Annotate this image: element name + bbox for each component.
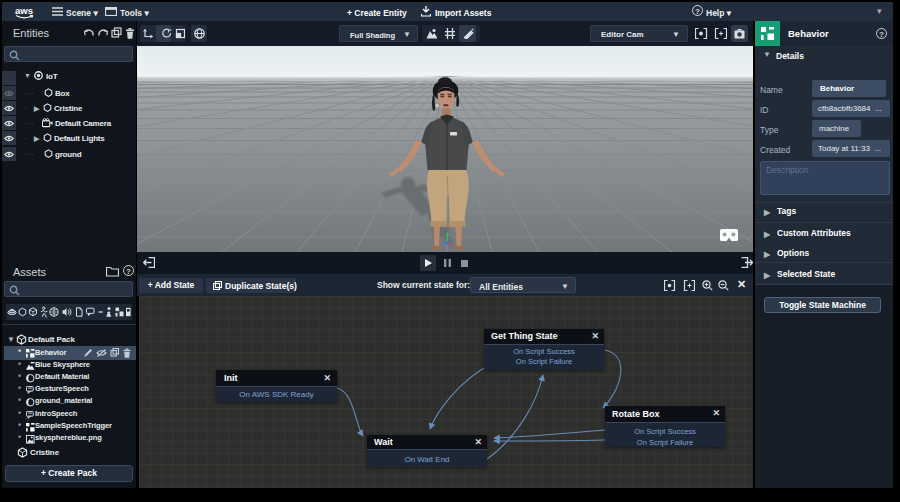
svg-text:aws: aws (15, 5, 33, 16)
